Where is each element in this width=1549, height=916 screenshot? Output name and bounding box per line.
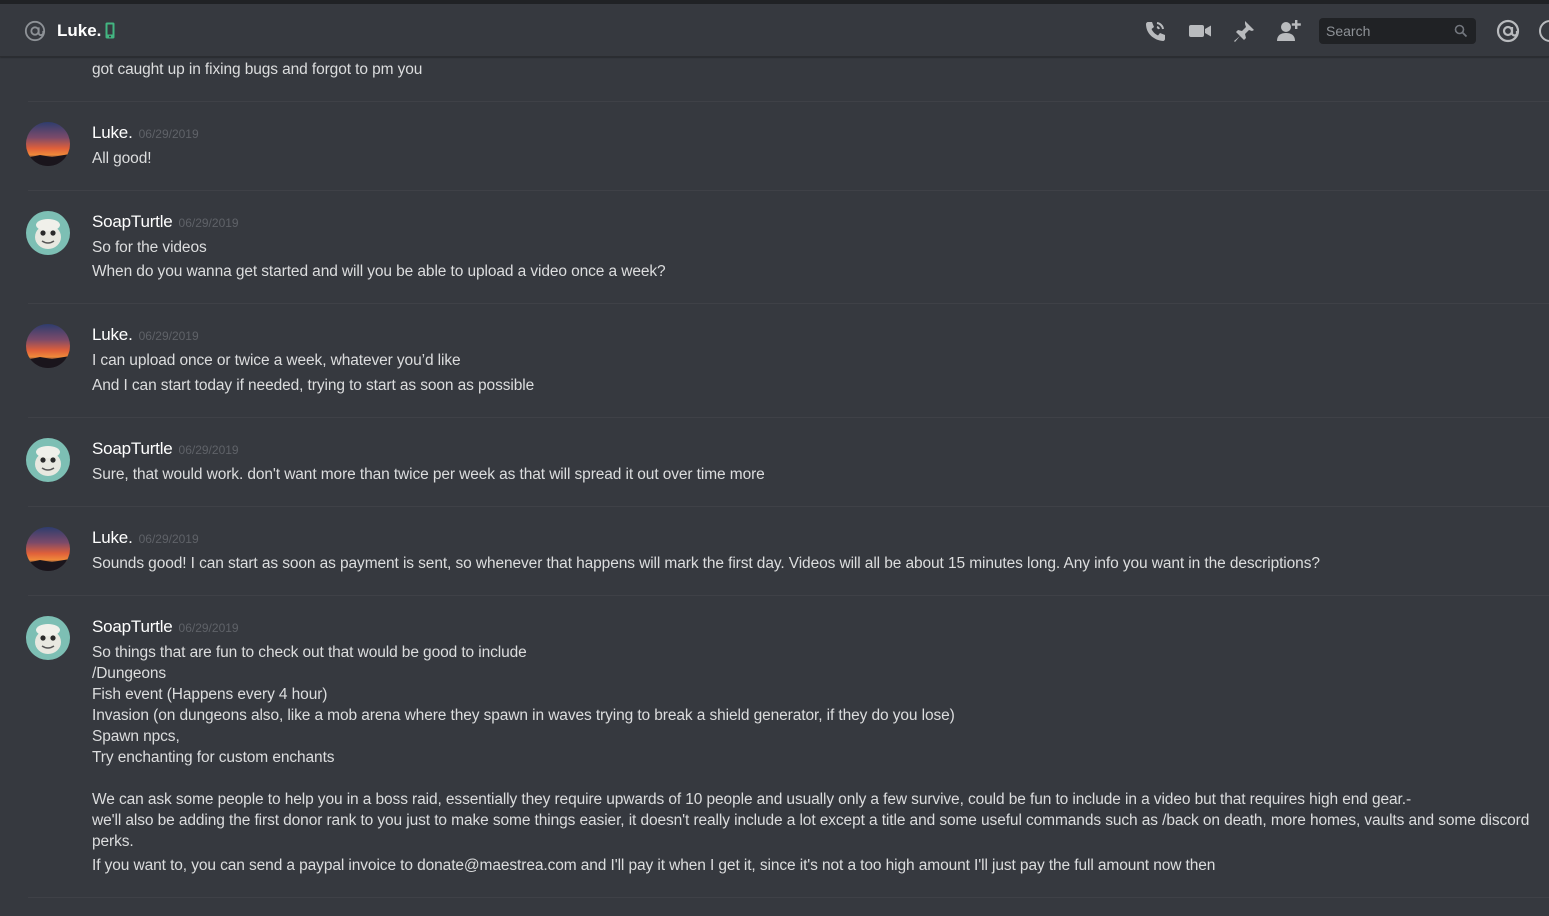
add-friend-icon[interactable] [1276,18,1302,44]
message-author[interactable]: Luke. [92,123,133,142]
message-line: So for the videos [92,239,207,256]
message-timestamp: 06/29/2019 [138,329,199,343]
message-author[interactable]: Luke. [92,325,133,344]
message-divider [28,303,1549,304]
avatar-soapturtle[interactable] [26,616,70,660]
message-line: Spawn npcs, [92,728,180,745]
message-line: Sure, that would work. don't want more t… [92,466,765,483]
message-line: we'll also be adding the first donor ran… [92,812,1530,829]
message-line: And I can start today if needed, trying … [92,377,535,394]
message-divider [28,506,1549,507]
avatar-soapturtle[interactable] [26,211,70,255]
message-line: Sounds good! I can start as soon as paym… [92,555,1320,572]
message-divider [28,190,1549,191]
message-line: perks. [92,833,134,850]
message-line: Invasion (on dungeons also, like a mob a… [92,707,955,724]
channel-header: Luke. [0,0,1549,57]
message-divider [28,417,1549,418]
message-timestamp: 06/29/2019 [178,443,239,457]
search-input[interactable] [1319,18,1449,44]
avatar-luke[interactable] [26,324,70,368]
search-box[interactable] [1319,18,1476,44]
message-divider [28,595,1549,596]
message-timestamp: 06/29/2019 [178,621,239,635]
message-author[interactable]: SoapTurtle [92,617,173,636]
avatar-soapturtle[interactable] [26,438,70,482]
message-author[interactable]: SoapTurtle [92,439,173,458]
message-timestamp: 06/29/2019 [138,127,199,141]
message-line: got caught up in fixing bugs and forgot … [92,61,423,78]
message-author[interactable]: Luke. [92,528,133,547]
message-line: Fish event (Happens every 4 hour) [92,686,328,703]
message-line: So things that are fun to check out that… [92,644,527,661]
message-timestamp: 06/29/2019 [178,216,239,230]
avatar-luke[interactable] [26,527,70,571]
message-line: All good! [92,150,152,167]
message-list: got caught up in fixing bugs and forgot … [0,57,1549,916]
message-line: I can upload once or twice a week, whate… [92,352,461,369]
message-line: Try enchanting for custom enchants [92,749,335,766]
message-divider [28,101,1549,102]
voice-call-icon[interactable] [1142,18,1168,44]
message-line: /Dungeons [92,665,167,682]
search-icon[interactable] [1454,24,1468,38]
message-timestamp: 06/29/2019 [138,532,199,546]
pin-icon[interactable] [1231,18,1257,44]
message-line: When do you wanna get started and will y… [92,263,666,280]
channel-name: Luke. [57,21,102,40]
message-line: We can ask some people to help you in a … [92,791,1412,808]
video-call-icon[interactable] [1187,18,1213,44]
help-icon[interactable] [1539,20,1549,42]
message-line: If you want to, you can send a paypal in… [92,857,1216,874]
avatar-luke[interactable] [26,122,70,166]
mobile-status-icon [105,22,115,39]
message-author[interactable]: SoapTurtle [92,212,173,231]
message-divider [28,897,1549,898]
mention-icon[interactable] [1495,18,1521,44]
at-icon [24,20,46,42]
